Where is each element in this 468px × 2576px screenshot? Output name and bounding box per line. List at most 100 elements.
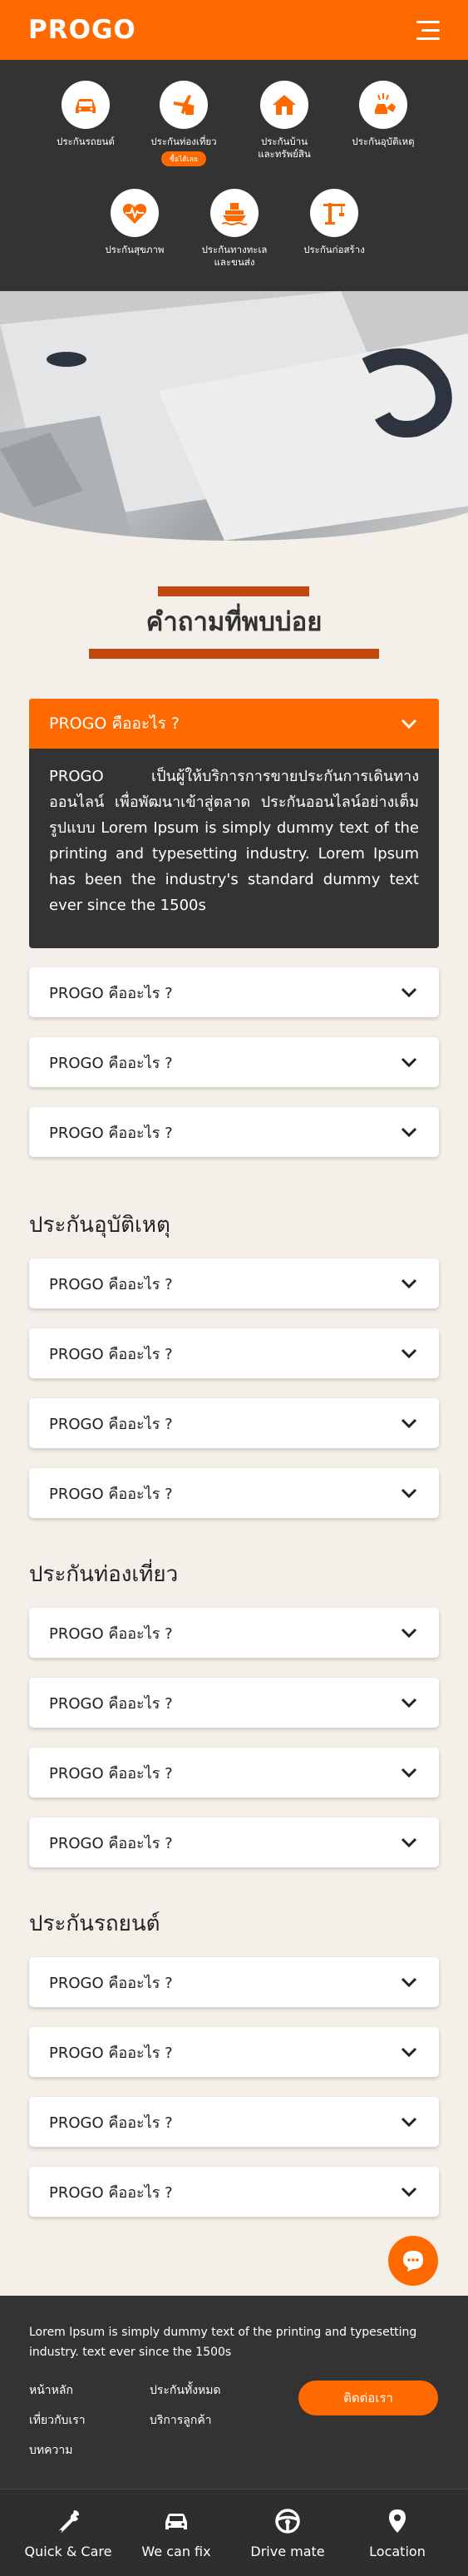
faq-title: คำถามที่พบบ่อย xyxy=(145,607,323,637)
ship-icon xyxy=(210,189,259,237)
chevron-down-icon xyxy=(401,1977,417,1988)
category-label: ประกันอุบัติเหตุ xyxy=(352,136,415,147)
faq-item[interactable]: PROGO คืออะไร ? xyxy=(29,2097,439,2147)
faq-question: PROGO คืออะไร ? xyxy=(49,1415,173,1433)
chevron-down-icon xyxy=(401,2187,417,2198)
chevron-down-icon xyxy=(401,987,417,998)
faq-item[interactable]: PROGO คืออะไร ? xyxy=(29,2167,439,2217)
nav-label: Location xyxy=(369,2544,426,2559)
section-title-accident: ประกันอุบัติเหตุ xyxy=(29,1213,170,1238)
chevron-down-icon xyxy=(401,719,417,729)
bottom-navigation: Quick & Care We can fix Drive mate Locat… xyxy=(0,2489,468,2576)
category-travel-insurance[interactable]: ประกันท่องเที่ยว ซื้อได้เลย xyxy=(130,81,238,166)
chevron-down-icon xyxy=(401,1418,417,1429)
nav-drive-mate[interactable]: Drive mate xyxy=(229,2489,346,2576)
chat-bubble-icon xyxy=(403,2251,423,2272)
faq-item[interactable]: PROGO คืออะไร ? xyxy=(29,1957,439,2007)
category-home-insurance[interactable]: ประกันบ้าน และทรัพย์สิน xyxy=(230,81,338,161)
faq-item[interactable]: PROGO คืออะไร ? xyxy=(29,2027,439,2077)
nav-label: We can fix xyxy=(141,2544,211,2559)
category-label: ประกันบ้าน และทรัพย์สิน xyxy=(258,136,311,160)
chevron-down-icon xyxy=(401,1057,417,1068)
category-marine-insurance[interactable]: ประกันทางทะเล และขนส่ง xyxy=(180,189,288,269)
faq-question: PROGO คืออะไร ? xyxy=(49,1974,173,1992)
travel-icon xyxy=(160,81,208,129)
nav-we-can-fix[interactable]: We can fix xyxy=(118,2489,234,2576)
category-label: ประกันท่องเที่ยว xyxy=(150,136,217,147)
category-car-insurance[interactable]: ประกันรถยนต์ xyxy=(32,81,140,148)
footer-link-articles[interactable]: บทความ xyxy=(29,2441,72,2460)
category-panel: ประกันรถยนต์ ประกันท่องเที่ยว ซื้อได้เลย… xyxy=(0,60,468,291)
car-front-icon xyxy=(165,2514,187,2529)
faq-item[interactable]: PROGO คืออะไร ? xyxy=(29,1608,439,1658)
location-pin-icon xyxy=(389,2509,406,2533)
faq-item[interactable]: PROGO คืออะไร ? xyxy=(29,1328,439,1378)
chevron-down-icon xyxy=(401,1127,417,1138)
faq-question: PROGO คืออะไร ? xyxy=(49,1834,173,1852)
faq-question: PROGO คืออะไร ? xyxy=(49,2114,173,2132)
faq-item[interactable]: PROGO คืออะไร ? xyxy=(29,1468,439,1518)
footer-description: Lorem Ipsum is simply dummy text of the … xyxy=(29,2326,417,2359)
faq-item[interactable]: PROGO คืออะไร ? xyxy=(29,967,439,1017)
chevron-down-icon xyxy=(401,1278,417,1289)
category-label: ประกันทางทะเล และขนส่ง xyxy=(201,244,268,268)
chevron-down-icon xyxy=(401,1768,417,1778)
category-accident-insurance[interactable]: ประกันอุบัติเหตุ xyxy=(329,81,437,148)
car-icon xyxy=(62,81,110,129)
category-label: ประกันสุขภาพ xyxy=(105,244,165,255)
construction-icon xyxy=(310,189,358,237)
faq-question: PROGO คืออะไร ? xyxy=(49,1345,173,1363)
chevron-down-icon xyxy=(401,2117,417,2128)
faq-question: PROGO คืออะไร ? xyxy=(49,1275,173,1293)
section-title-car: ประกันรถยนต์ xyxy=(29,1911,160,1936)
section-title-travel: ประกันท่องเที่ยว xyxy=(29,1562,179,1587)
faq-item[interactable]: PROGO คืออะไร ? xyxy=(29,1258,439,1308)
faq-question: PROGO คืออะไร ? xyxy=(49,714,180,733)
nav-quick-care[interactable]: Quick & Care xyxy=(10,2489,126,2576)
faq-question: PROGO คืออะไร ? xyxy=(49,1054,173,1072)
faq-item[interactable]: PROGO คืออะไร ? xyxy=(29,1817,439,1867)
chevron-down-icon xyxy=(401,1348,417,1359)
faq-question: PROGO คืออะไร ? xyxy=(49,1124,173,1142)
title-accent-bar-top xyxy=(158,586,309,596)
faq-question: PROGO คืออะไร ? xyxy=(49,1485,173,1503)
chevron-down-icon xyxy=(401,1488,417,1499)
faq-item-expanded: PROGO คืออะไร ? PROGO เป็นผู้ให้บริการกา… xyxy=(29,699,439,948)
category-construction-insurance[interactable]: ประกันก่อสร้าง xyxy=(280,189,388,256)
wrench-icon xyxy=(59,2510,79,2533)
faq-question-header[interactable]: PROGO คืออะไร ? xyxy=(29,699,439,749)
footer-link-customer-service[interactable]: บริการลูกค้า xyxy=(150,2411,212,2430)
faq-item[interactable]: PROGO คืออะไร ? xyxy=(29,1037,439,1087)
top-header: PROGO xyxy=(0,0,468,60)
house-icon xyxy=(260,81,308,129)
title-accent-bar-bottom xyxy=(89,649,379,659)
category-health-insurance[interactable]: ประกันสุขภาพ xyxy=(81,189,189,256)
faq-question: PROGO คืออะไร ? xyxy=(49,1694,173,1713)
chat-button[interactable] xyxy=(388,2236,438,2286)
faq-question: PROGO คืออะไร ? xyxy=(49,1764,173,1782)
chevron-down-icon xyxy=(401,1698,417,1708)
nav-label: Quick & Care xyxy=(24,2544,112,2559)
footer-link-home[interactable]: หน้าหลัก xyxy=(29,2381,73,2400)
chevron-down-icon xyxy=(401,1628,417,1639)
hero-image xyxy=(0,291,468,541)
faq-question: PROGO คืออะไร ? xyxy=(49,1624,173,1643)
buy-now-badge[interactable]: ซื้อได้เลย xyxy=(161,151,206,166)
category-label: ประกันรถยนต์ xyxy=(57,136,115,147)
faq-question: PROGO คืออะไร ? xyxy=(49,2044,173,2062)
accident-icon xyxy=(359,81,407,129)
menu-icon[interactable] xyxy=(416,20,440,40)
faq-item[interactable]: PROGO คืออะไร ? xyxy=(29,1398,439,1448)
faq-item[interactable]: PROGO คืออะไร ? xyxy=(29,1678,439,1728)
footer-link-about[interactable]: เที่ยวกับเรา xyxy=(29,2411,86,2430)
faq-answer: PROGO เป็นผู้ให้บริการการขายประกันการเดิ… xyxy=(49,768,419,914)
footer-link-all-insurance[interactable]: ประกันทั้งหมด xyxy=(150,2381,221,2400)
health-icon xyxy=(111,189,159,237)
progo-logo[interactable]: PROGO xyxy=(28,15,136,45)
contact-us-button[interactable]: ติดต่อเรา xyxy=(298,2381,438,2415)
faq-item[interactable]: PROGO คืออะไร ? xyxy=(29,1748,439,1797)
faq-item[interactable]: PROGO คืออะไร ? xyxy=(29,1107,439,1157)
hero-banner xyxy=(0,291,468,541)
chevron-down-icon xyxy=(401,2047,417,2058)
nav-location[interactable]: Location xyxy=(339,2489,456,2576)
